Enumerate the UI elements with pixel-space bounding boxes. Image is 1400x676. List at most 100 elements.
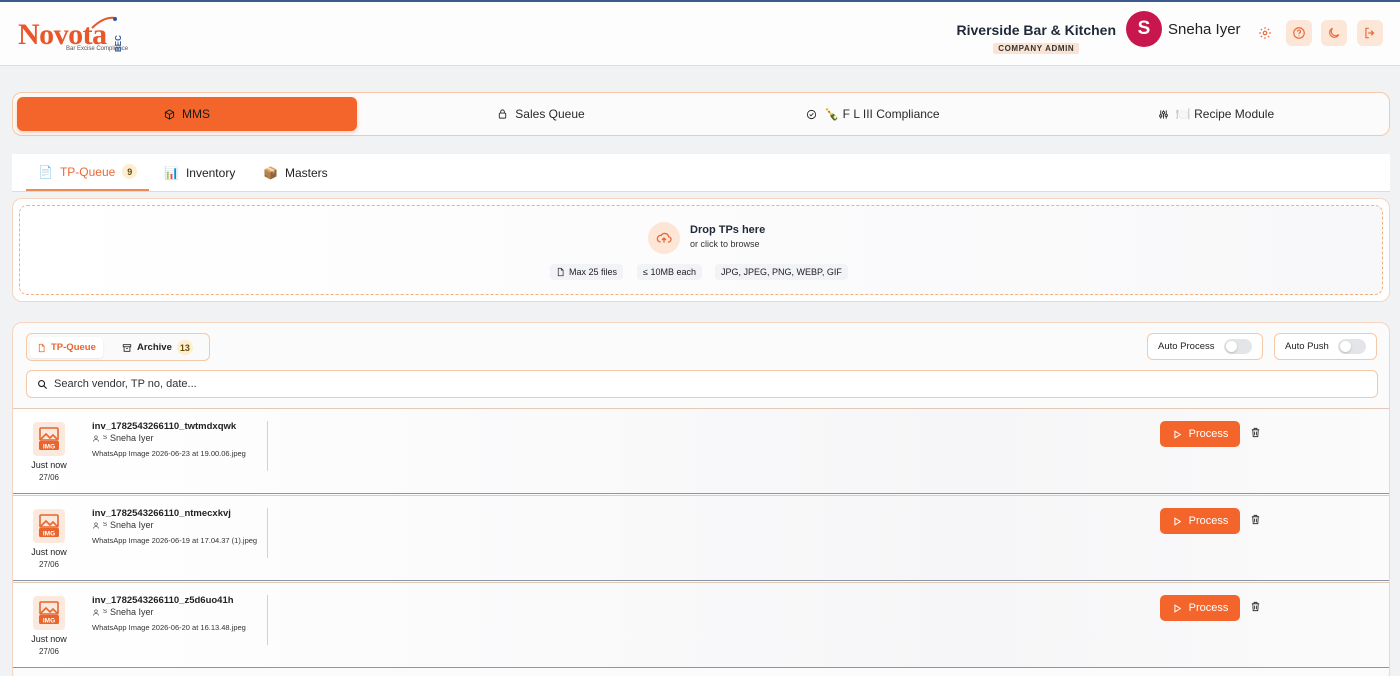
tp-queue-count-badge: 9 (122, 164, 138, 179)
max-files-chip: Max 25 files (550, 264, 624, 280)
row-time: Just now (31, 460, 67, 470)
process-label: Process (1188, 602, 1229, 614)
image-file-icon: IMG (39, 601, 59, 625)
document-icon: 📄 (38, 164, 53, 179)
module-tab-label: Sales Queue (515, 107, 585, 121)
row-date: 27/06 (38, 473, 60, 482)
company-name: Riverside Bar & Kitchen (956, 22, 1117, 38)
archive-count-badge: 13 (176, 340, 193, 355)
queue-row[interactable]: IMG Just now 27/06 inv_1782543266110_z5d… (13, 582, 1389, 668)
process-label: Process (1188, 428, 1229, 440)
upload-card: Drop TPs here or click to browse Max 25 … (12, 198, 1390, 302)
row-user: S Sneha Iyer (92, 607, 154, 617)
process-button[interactable]: Process (1160, 421, 1240, 447)
row-user-prefix: S (103, 609, 107, 615)
auto-process-switch[interactable] (1223, 339, 1252, 354)
row-user: S Sneha Iyer (92, 433, 154, 443)
row-time: Just now (31, 634, 67, 644)
package-icon: 📦 (263, 165, 278, 180)
delete-button[interactable] (1250, 426, 1261, 444)
check-circle-icon (807, 109, 817, 119)
process-button[interactable]: Process (1160, 595, 1240, 621)
sub-tabs: 📄 TP-Queue 9 📊 Inventory 📦 Masters (12, 154, 1390, 192)
user-icon (93, 522, 99, 529)
row-user-name: Sneha Iyer (110, 607, 154, 617)
row-title: inv_1782543266110_twtmdxqwk (92, 421, 237, 432)
module-tab-fl-iii-compliance[interactable]: 🍾 F L III Compliance (703, 97, 1043, 131)
tab-label: Masters (284, 165, 328, 180)
tab-masters[interactable]: 📦 Masters (263, 154, 328, 191)
auto-push-toggle[interactable]: Auto Push (1274, 333, 1377, 360)
chart-icon: 📊 (164, 165, 179, 180)
queue-tabs: TP-Queue Archive 13 (26, 333, 210, 361)
row-user-prefix: S (103, 435, 107, 441)
user-name[interactable]: Sneha Iyer (1168, 21, 1241, 38)
play-icon (1174, 603, 1181, 613)
tab-label: Inventory (185, 165, 236, 180)
search-bar (26, 370, 1378, 398)
auto-push-switch[interactable] (1337, 339, 1366, 354)
row-user: S Sneha Iyer (92, 520, 154, 530)
thumb-label: IMG (43, 618, 55, 625)
app-header: Novota BEC Bar Excise Compliance Riversi… (0, 2, 1400, 66)
auto-process-toggle[interactable]: Auto Process (1147, 333, 1263, 360)
module-tab-sales-queue[interactable]: Sales Queue (366, 97, 716, 131)
box-icon (164, 108, 175, 120)
process-label: Process (1188, 515, 1229, 527)
queue-row[interactable]: IMG Just now 27/06 inv_1782543266110_twt… (13, 408, 1389, 494)
queue-tab-label: Archive (137, 342, 172, 353)
file-dropzone[interactable]: Drop TPs here or click to browse Max 25 … (19, 205, 1383, 295)
row-filename: WhatsApp Image 2026-06-20 at 16.13.48.jp… (92, 623, 246, 632)
upload-cloud-icon (648, 222, 680, 254)
row-user-name: Sneha Iyer (110, 520, 154, 530)
process-button[interactable]: Process (1160, 508, 1240, 534)
module-tab-label: MMS (182, 107, 210, 121)
image-thumbnail[interactable]: IMG (33, 509, 65, 543)
image-thumbnail[interactable]: IMG (33, 596, 65, 630)
chip-label: Max 25 files (569, 267, 618, 277)
row-filename: WhatsApp Image 2026-06-19 at 17.04.37 (1… (92, 536, 258, 545)
company-role-badge: COMPANY ADMIN (993, 43, 1080, 54)
row-divider (267, 508, 268, 558)
delete-button[interactable] (1250, 600, 1261, 618)
logo-swoosh-icon (91, 16, 117, 29)
image-file-icon: IMG (39, 514, 59, 538)
queue-row[interactable]: IMG Just now 27/06 inv_1782543266110_ntm… (13, 495, 1389, 581)
queue-tab-archive[interactable]: Archive 13 (115, 337, 200, 358)
image-thumbnail[interactable]: IMG (33, 422, 65, 456)
moon-icon (1329, 27, 1340, 38)
row-title: inv_1782543266110_z5d6uo41h (92, 595, 234, 606)
company-info: Riverside Bar & Kitchen COMPANY ADMIN (956, 22, 1117, 56)
dropzone-subtitle: or click to browse (690, 239, 760, 249)
logout-button[interactable] (1357, 20, 1383, 46)
avatar[interactable]: S (1126, 11, 1162, 47)
queue-tab-tp-queue[interactable]: TP-Queue (30, 337, 103, 358)
max-size-chip: ≤ 10MB each (637, 264, 702, 280)
chip-label: ≤ 10MB each (643, 267, 696, 277)
module-tab-mms[interactable]: MMS (17, 97, 357, 131)
logo-tagline: Bar Excise Compliance (66, 46, 129, 52)
sliders-icon (1158, 109, 1168, 119)
search-icon (38, 379, 48, 389)
help-icon (1293, 27, 1305, 39)
queue-tab-label: TP-Queue (51, 342, 96, 353)
logout-icon (1365, 27, 1375, 39)
tab-tp-queue[interactable]: 📄 TP-Queue 9 (26, 154, 150, 191)
lock-icon (499, 109, 507, 119)
module-tab-recipe[interactable]: 🍽️ Recipe Module (1043, 97, 1389, 131)
tab-inventory[interactable]: 📊 Inventory (164, 154, 235, 191)
settings-button[interactable] (1252, 20, 1278, 46)
help-button[interactable] (1286, 20, 1312, 46)
search-input[interactable] (54, 378, 1354, 390)
toggle-label: Auto Push (1285, 341, 1329, 352)
novota-logo[interactable]: Novota BEC Bar Excise Compliance (18, 14, 138, 56)
trash-icon (1251, 601, 1260, 612)
archive-icon (122, 343, 132, 352)
delete-button[interactable] (1250, 513, 1261, 531)
theme-toggle-button[interactable] (1321, 20, 1347, 46)
thumb-label: IMG (43, 531, 55, 538)
module-nav: MMS Sales Queue 🍾 F L III Compliance 🍽️ … (12, 92, 1390, 136)
play-icon (1174, 429, 1181, 439)
play-icon (1174, 516, 1181, 526)
row-divider (267, 421, 268, 471)
